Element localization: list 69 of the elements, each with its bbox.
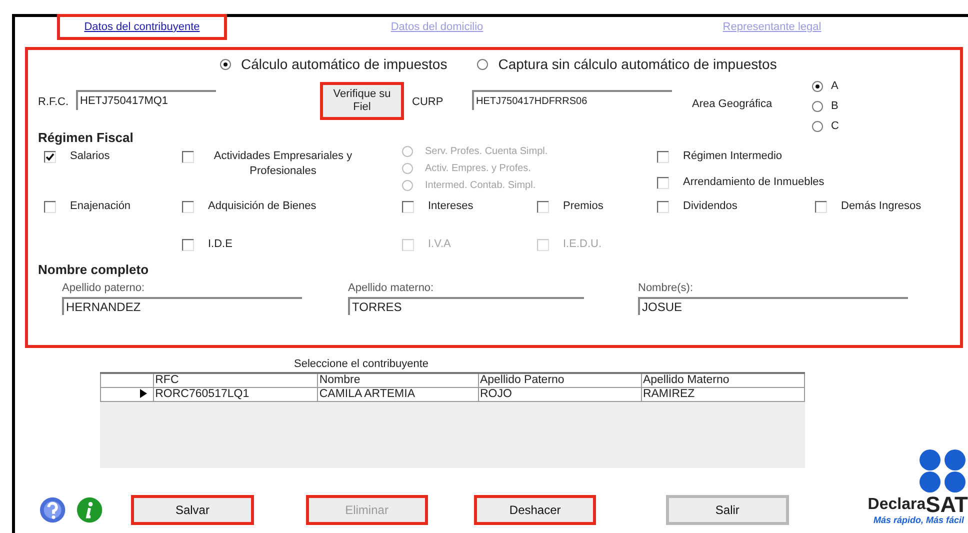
radio-button[interactable] [812,100,823,112]
checkbox-label: Demás Ingresos [841,199,922,214]
radio-label: B [831,98,838,114]
action-button[interactable]: Salvar [131,495,254,525]
column-header: RFC [154,373,318,388]
section-title: Nombre completo [38,261,150,278]
radio-label: A [831,78,838,94]
checkbox-label: Arrendamiento de Inmuebles [683,175,824,190]
radio-label: Cálculo automático de impuestos [241,54,448,74]
text-field[interactable]: TORRES [348,296,584,314]
verify-button[interactable]: Verifique su Fiel [320,82,404,120]
checkbox-label: Enajenación [70,199,131,214]
tab[interactable]: Datos del contribuyente [57,14,227,40]
checkbox-label: Salarios [70,149,110,164]
logo-tagline: Más rápido, Más fácil [873,515,964,525]
checkbox[interactable] [44,201,56,213]
info-icon[interactable] [76,496,104,524]
column-header: Apellido Paterno [478,373,642,388]
radio-label: Intermed. Contab. Simpl. [425,178,536,192]
field-label: Nombre(s): [638,281,694,296]
text-field[interactable]: HETJ750417MQ1 [76,90,216,110]
checkbox[interactable] [182,151,194,163]
checkbox[interactable] [657,201,669,213]
radio-button[interactable] [477,58,488,70]
logo-text: SAT [926,495,968,515]
radio-button[interactable] [812,80,823,92]
field-label: CURP [412,95,444,110]
table-cell: CAMILA ARTEMIA [318,388,478,402]
text-field[interactable]: JOSUE [638,296,908,314]
checkbox-label: Dividendos [683,199,738,214]
radio-label: C [831,118,839,134]
checkbox[interactable] [402,201,414,213]
text-field[interactable]: HETJ750417HDFRRS06 [472,90,672,110]
action-button[interactable]: Deshacer [474,495,596,525]
radio-button[interactable] [220,58,231,70]
checkbox[interactable] [657,151,669,163]
checkbox-label: Adquisición de Bienes [208,199,316,214]
column-header: Apellido Materno [641,373,804,388]
checkbox[interactable] [657,177,669,189]
column-header: Nombre [318,373,478,388]
checkbox-label: Actividades Empresariales y Profesionales [212,149,354,179]
checkbox-label: Premios [563,199,604,214]
checkbox[interactable] [815,201,827,213]
field-label: R.F.C. [38,95,70,110]
logo-icon [918,449,968,493]
checkbox-label: I.E.D.U. [563,237,602,252]
checkbox-label: I.V.A [428,237,451,252]
checkbox-label: Intereses [428,199,474,214]
table-cell: ROJO [478,388,642,402]
checkbox[interactable] [182,239,194,251]
logo-text: Declara [868,495,926,515]
field-label: Area Geográfica [692,97,774,112]
checkbox[interactable] [182,201,194,213]
action-button[interactable]: Salir [666,495,789,525]
radio-label: Activ. Empres. y Profes. [425,162,531,176]
section-title: Régimen Fiscal [38,129,134,144]
checkbox-label: Régimen Intermedio [683,149,782,164]
table-cell: RAMIREZ [641,388,804,402]
radio-label: Serv. Profes. Cuenta Simpl. [425,144,548,158]
help-icon[interactable] [39,496,66,524]
table-cell: RORC760517LQ1 [154,388,318,402]
checkbox[interactable] [44,151,56,163]
checkbox-label: I.D.E [208,237,232,252]
field-label: Apellido materno: [348,281,435,296]
radio-label: Captura sin cálculo automático de impuestos [498,54,777,74]
field-label: Apellido paterno: [62,281,146,296]
checkbox[interactable] [537,201,549,213]
radio-button[interactable] [812,120,823,132]
text-field[interactable]: HERNANDEZ [62,296,302,314]
